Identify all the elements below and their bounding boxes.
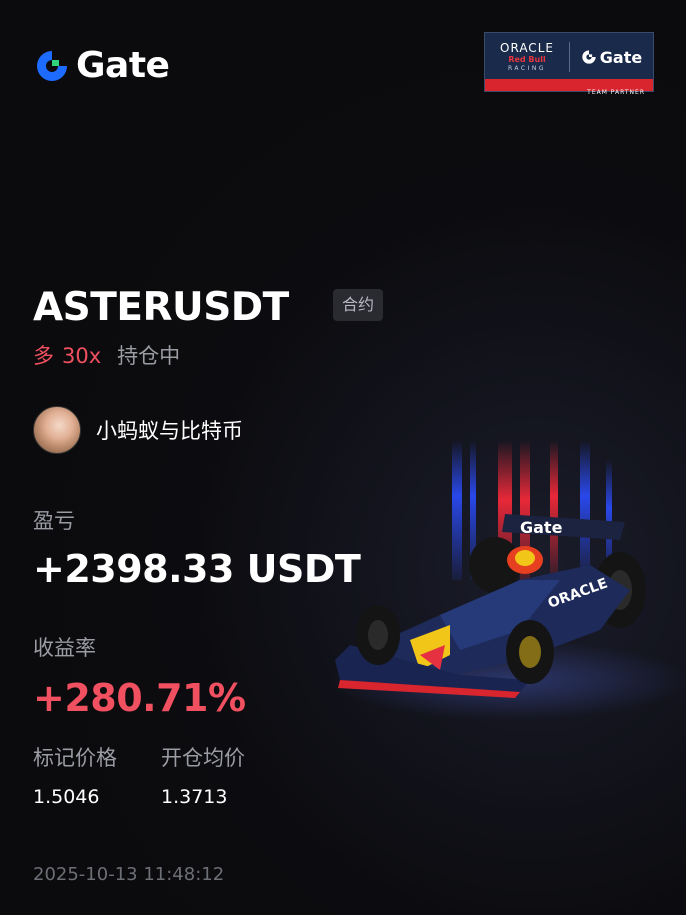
entry-price: 开仓均价 1.3713 bbox=[161, 742, 245, 809]
team-partner-badge: ORACLE Red Bull RACING Gate TEAM PARTNER bbox=[484, 32, 654, 96]
position-summary: 多 30x 持仓中 bbox=[33, 340, 180, 372]
pnl-value: +2398.33 USDT bbox=[33, 547, 361, 591]
position-side: 多 bbox=[33, 344, 54, 368]
mark-price-label: 标记价格 bbox=[33, 746, 117, 770]
mark-price: 标记价格 1.5046 bbox=[33, 742, 117, 809]
avatar bbox=[33, 406, 81, 454]
contract-type-badge: 合约 bbox=[333, 289, 384, 321]
entry-price-label: 开仓均价 bbox=[161, 746, 245, 770]
position-status: 持仓中 bbox=[117, 344, 181, 368]
timestamp: 2025-10-13 11:48:12 bbox=[33, 864, 225, 885]
f1-car-illustration: Gate ORACLE bbox=[330, 440, 686, 720]
team-partner-label: TEAM PARTNER bbox=[587, 89, 645, 96]
user-info: 小蚂蚁与比特币 bbox=[33, 406, 243, 454]
roi-value: +280.71% bbox=[33, 676, 246, 720]
user-name: 小蚂蚁与比特币 bbox=[96, 419, 243, 443]
svg-text:Gate: Gate bbox=[520, 518, 563, 537]
trading-pair-symbol: ASTERUSDT bbox=[33, 285, 289, 330]
pnl-label: 盈亏 bbox=[33, 509, 75, 533]
leverage: 30x bbox=[62, 344, 102, 368]
mark-price-value: 1.5046 bbox=[33, 786, 100, 808]
roi-label: 收益率 bbox=[33, 636, 96, 660]
gate-logo: Gate bbox=[34, 45, 170, 86]
gate-logo-text: Gate bbox=[76, 45, 170, 86]
entry-price-value: 1.3713 bbox=[161, 786, 228, 808]
gate-badge-text: Gate bbox=[599, 47, 643, 67]
gate-badge-icon bbox=[582, 50, 596, 64]
redbull-label: Red Bull bbox=[508, 55, 546, 64]
share-card: Gate ORACLE Red Bull RACING Gate TEAM PA… bbox=[0, 0, 686, 915]
racing-label: RACING bbox=[507, 65, 547, 72]
oracle-label: ORACLE bbox=[500, 41, 554, 55]
gate-logo-icon bbox=[37, 51, 67, 81]
